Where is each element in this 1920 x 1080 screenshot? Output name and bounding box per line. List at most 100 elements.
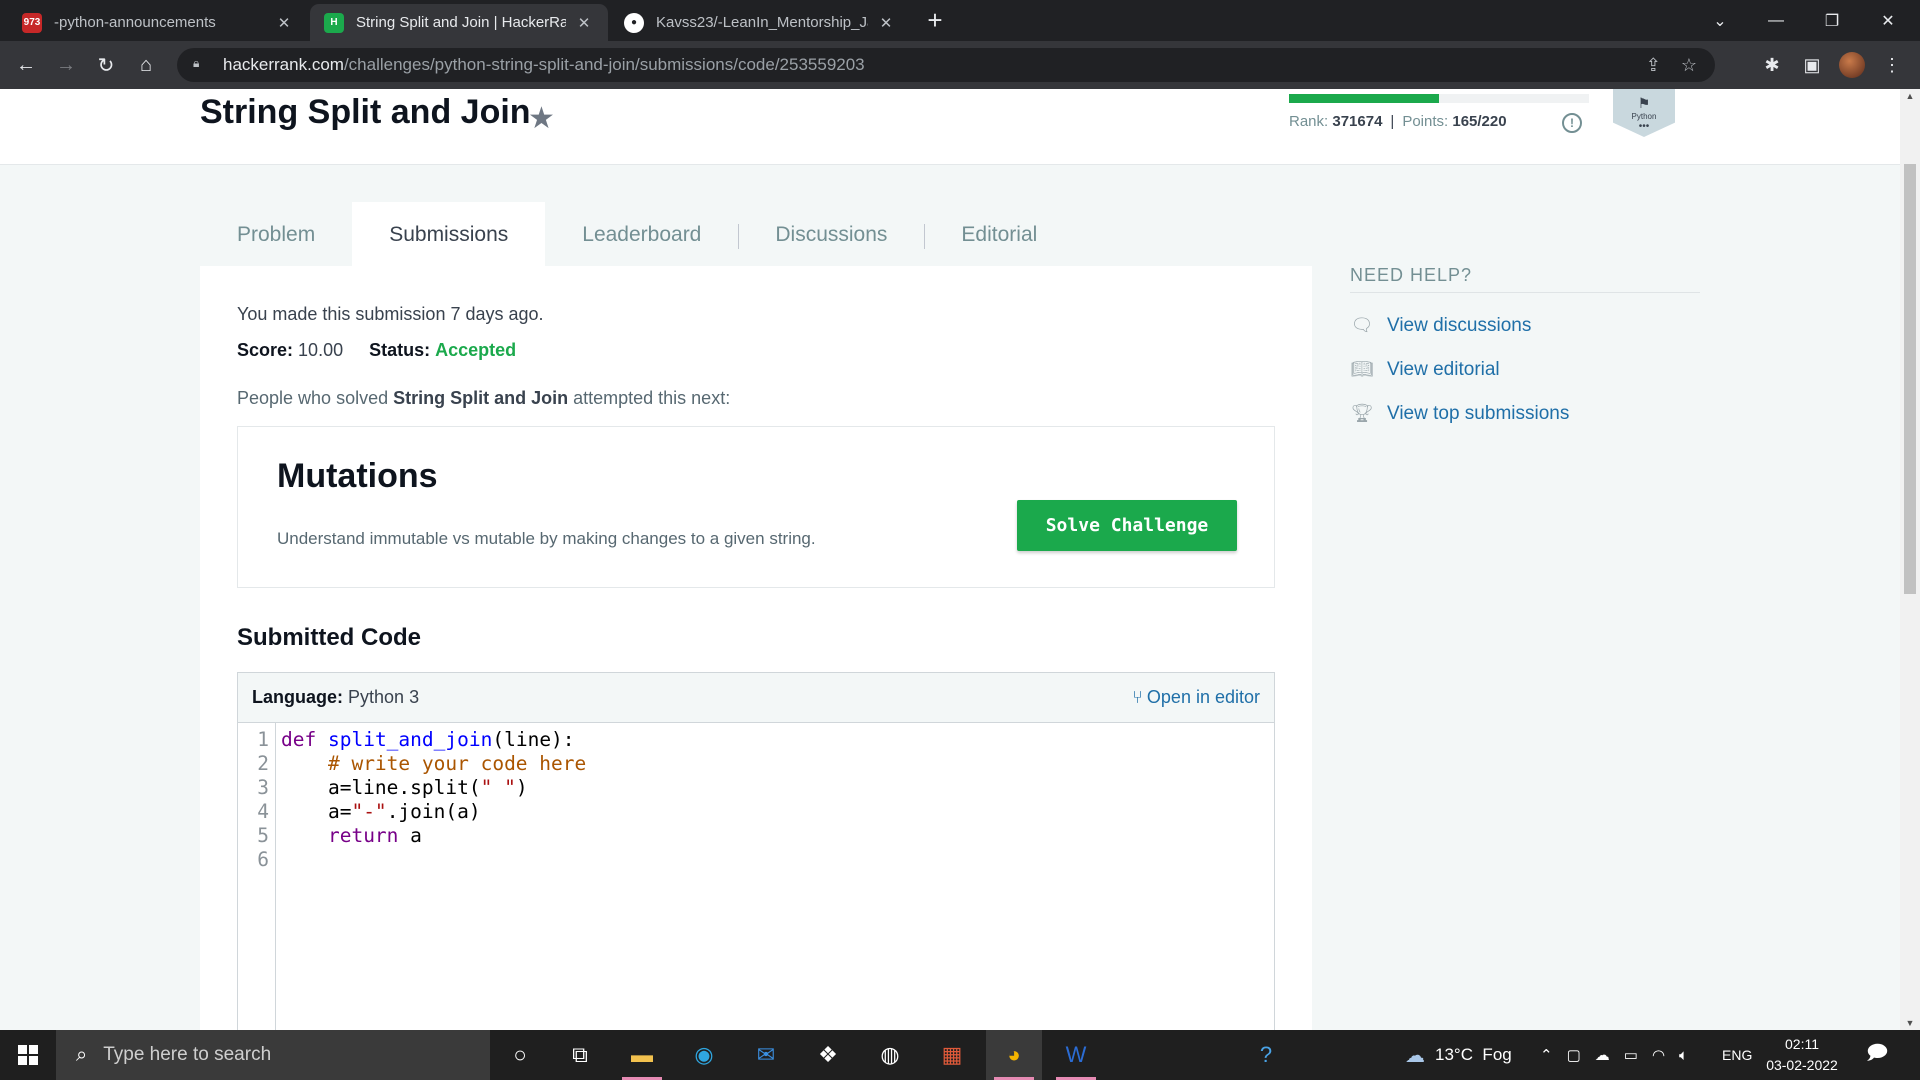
tab-favicon-icon: 973 bbox=[22, 12, 42, 33]
scroll-up-arrow-icon[interactable]: ▲ bbox=[1900, 91, 1920, 101]
clock-time: 02:11 bbox=[1785, 1036, 1819, 1052]
chrome-icon[interactable]: ◕ bbox=[986, 1030, 1042, 1080]
word-icon[interactable]: W bbox=[1048, 1030, 1104, 1080]
tab-search-icon[interactable]: ⌄ bbox=[1692, 0, 1748, 41]
calculator-app-icon[interactable]: ▦ bbox=[924, 1030, 980, 1080]
language-indicator[interactable]: ENG bbox=[1722, 1030, 1752, 1080]
weather-widget[interactable]: ☁ 13°C Fog bbox=[1405, 1030, 1512, 1080]
address-url: hackerrank.com/challenges/python-string-… bbox=[223, 55, 865, 74]
dropbox-icon[interactable]: ❖ bbox=[800, 1030, 856, 1080]
tab-close-icon[interactable]: ✕ bbox=[876, 14, 896, 32]
code-body[interactable]: 1 2 3 4 5 6 def split_and_join(line): # … bbox=[238, 723, 1274, 1030]
branch-icon: ⑂ bbox=[1132, 687, 1143, 707]
taskbar-search[interactable]: ⌕ Type here to search bbox=[56, 1030, 490, 1080]
browser-menu-icon[interactable]: ⋮ bbox=[1876, 49, 1908, 81]
browser-tab-github[interactable]: ● Kavss23/-LeanIn_Mentorship_Jan ✕ bbox=[610, 4, 910, 41]
need-help-title: NEED HELP? bbox=[1350, 265, 1700, 293]
clock[interactable]: 02:11 03-02-2022 bbox=[1762, 1034, 1842, 1076]
side-panel-icon[interactable]: ▣ bbox=[1796, 49, 1828, 81]
battery-icon[interactable]: ▭ bbox=[1624, 1046, 1638, 1064]
open-in-editor-link[interactable]: ⑂ Open in editor bbox=[1132, 687, 1260, 708]
next-challenge-text: People who solved String Split and Join … bbox=[237, 388, 731, 408]
edge-icon[interactable]: ◉ bbox=[676, 1030, 732, 1080]
view-editorial-link[interactable]: 📖︎ View editorial bbox=[1350, 359, 1700, 381]
app-icon[interactable]: ◍ bbox=[862, 1030, 918, 1080]
challenge-tabs: Problem Submissions Leaderboard Discussi… bbox=[200, 202, 1074, 268]
search-icon: ⌕ bbox=[76, 1043, 88, 1066]
meet-icon[interactable]: ▢ bbox=[1567, 1046, 1581, 1064]
solve-challenge-button[interactable]: Solve Challenge bbox=[1017, 500, 1237, 551]
language-info: Language: Python 3 bbox=[252, 687, 420, 707]
rank-points: Rank: 371674 | Points: 165/220 bbox=[1289, 113, 1507, 130]
code-text: def split_and_join(line): # write your c… bbox=[281, 728, 587, 847]
status-label: Status: bbox=[369, 340, 431, 360]
scroll-thumb[interactable] bbox=[1904, 164, 1916, 594]
score-status-row: Score: 10.00 Status: Accepted bbox=[237, 340, 516, 361]
status-badge: Accepted bbox=[435, 340, 517, 360]
tab-leaderboard[interactable]: Leaderboard bbox=[545, 202, 738, 268]
browser-tab-hackerrank[interactable]: H String Split and Join | HackerRank ✕ bbox=[310, 4, 608, 41]
search-placeholder: Type here to search bbox=[103, 1044, 272, 1065]
wifi-icon[interactable]: ◠ bbox=[1652, 1046, 1665, 1064]
forward-arrow-icon[interactable]: → bbox=[50, 49, 82, 81]
tab-submissions[interactable]: Submissions bbox=[352, 202, 546, 268]
windows-logo-icon bbox=[18, 1045, 38, 1065]
view-discussions-link[interactable]: 🗨︎ View discussions bbox=[1350, 315, 1700, 337]
new-tab-button[interactable]: + bbox=[920, 6, 950, 36]
chevron-up-icon[interactable]: ⌃ bbox=[1540, 1046, 1553, 1064]
python-badge[interactable]: ⚑ Python ••• bbox=[1613, 89, 1675, 137]
task-view-icon[interactable]: ⧉ bbox=[552, 1030, 608, 1080]
tab-close-icon[interactable]: ✕ bbox=[274, 14, 294, 32]
tab-title: Kavss23/-LeanIn_Mentorship_Jan bbox=[656, 14, 868, 31]
tab-title: -python-announcements bbox=[54, 14, 216, 31]
tab-title: String Split and Join | HackerRank bbox=[356, 14, 566, 31]
score-label: Score: bbox=[237, 340, 294, 360]
back-arrow-icon[interactable]: ← bbox=[10, 49, 42, 81]
mail-icon[interactable]: ✉ bbox=[738, 1030, 794, 1080]
weather-text: 13°C Fog bbox=[1435, 1045, 1512, 1064]
browser-toolbar: ← → ↻ ⌂ 🔒︎ hackerrank.com/challenges/pyt… bbox=[0, 41, 1920, 89]
minimize-button[interactable]: — bbox=[1748, 0, 1804, 41]
recommended-title[interactable]: Mutations bbox=[277, 457, 438, 496]
share-icon[interactable]: ⇪ bbox=[1646, 55, 1661, 76]
badge-dots: ••• bbox=[1638, 120, 1650, 132]
submission-time: You made this submission 7 days ago. bbox=[237, 304, 544, 324]
hackerrank-favicon-icon: H bbox=[324, 12, 344, 33]
scroll-down-arrow-icon[interactable]: ▼ bbox=[1900, 1018, 1920, 1028]
restore-button[interactable]: ❐ bbox=[1804, 0, 1860, 41]
tab-discussions[interactable]: Discussions bbox=[738, 202, 924, 268]
extensions-puzzle-icon[interactable]: ✱ bbox=[1756, 49, 1788, 81]
challenge-header: String Split and Join ★ Rank: 371674 | Poi… bbox=[0, 89, 1900, 165]
tab-close-icon[interactable]: ✕ bbox=[574, 14, 594, 32]
tab-problem[interactable]: Problem bbox=[200, 202, 352, 268]
page-scrollbar[interactable]: ▲ ▼ bbox=[1900, 89, 1920, 1030]
close-window-button[interactable]: ✕ bbox=[1860, 0, 1916, 41]
volume-icon[interactable]: 🔈︎ bbox=[1679, 1047, 1688, 1064]
book-icon: 📖︎ bbox=[1350, 359, 1374, 379]
progress-fill bbox=[1289, 94, 1439, 103]
cortana-icon[interactable]: ○ bbox=[492, 1030, 548, 1080]
start-button[interactable] bbox=[0, 1030, 56, 1080]
python-logo-icon: ⚑ bbox=[1637, 94, 1651, 111]
browser-tab-python-announcements[interactable]: 973 -python-announcements ✕ bbox=[8, 4, 308, 41]
bookmark-star-icon[interactable]: ☆ bbox=[1681, 55, 1697, 76]
tab-editorial[interactable]: Editorial bbox=[924, 202, 1074, 268]
home-icon[interactable]: ⌂ bbox=[130, 49, 162, 81]
help-app-icon[interactable]: ? bbox=[1238, 1030, 1294, 1080]
discussion-bubble-icon: 🗨︎ bbox=[1350, 315, 1374, 335]
file-explorer-icon[interactable]: ▬ bbox=[614, 1030, 670, 1080]
github-favicon-icon: ● bbox=[624, 12, 644, 33]
lock-icon: 🔒︎ bbox=[193, 56, 200, 70]
profile-avatar[interactable] bbox=[1836, 49, 1868, 81]
reload-icon[interactable]: ↻ bbox=[90, 49, 122, 81]
view-top-submissions-link[interactable]: 🏆︎ View top submissions bbox=[1350, 403, 1700, 425]
onedrive-icon[interactable]: ☁ bbox=[1595, 1046, 1610, 1064]
bookmark-star-icon[interactable]: ★ bbox=[528, 101, 555, 136]
system-tray-icons[interactable]: ⌃ ▢ ☁ ▭ ◠ 🔈︎ bbox=[1540, 1030, 1688, 1080]
info-icon[interactable]: ! bbox=[1562, 113, 1582, 133]
notifications-icon[interactable]: 🗩︎ bbox=[1866, 1030, 1888, 1080]
submitted-code-heading: Submitted Code bbox=[237, 624, 421, 651]
clock-date: 03-02-2022 bbox=[1766, 1057, 1838, 1073]
badge-label: Python bbox=[1631, 111, 1657, 121]
address-bar[interactable]: 🔒︎ hackerrank.com/challenges/python-stri… bbox=[177, 48, 1715, 82]
